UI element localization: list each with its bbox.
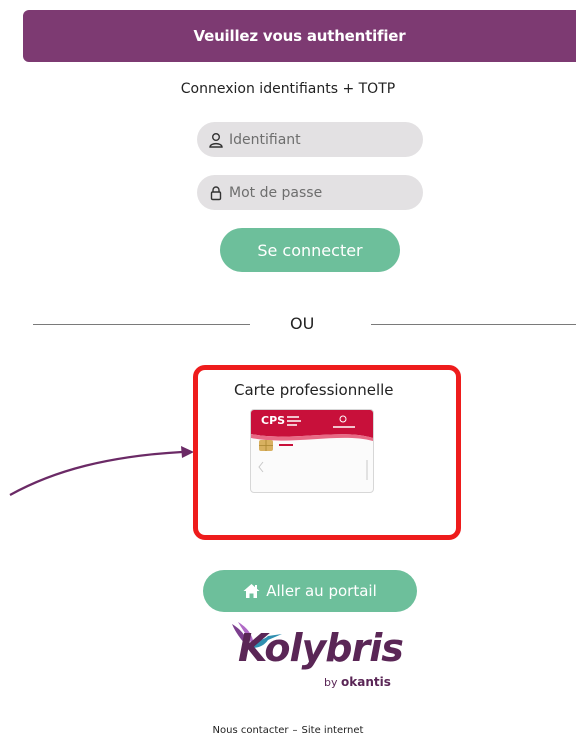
pointer-arrow — [9, 446, 194, 496]
logo-byline: by okantis — [324, 675, 391, 689]
logo-company: okantis — [341, 675, 391, 689]
kolybris-logo: Kolybris by okantis — [228, 620, 404, 702]
cps-card-text: CPS — [261, 414, 285, 427]
separator-line-right — [371, 324, 576, 325]
footer: Nous contacter – Site internet — [0, 725, 576, 736]
separator-line-left — [33, 324, 250, 325]
password-field[interactable] — [197, 175, 423, 210]
logo-by-word: by — [324, 676, 338, 689]
professional-card-login[interactable]: Carte professionnelle CPS — [193, 365, 461, 540]
cps-card-image[interactable]: CPS — [250, 409, 374, 493]
password-input[interactable] — [229, 184, 409, 201]
portal-button-label: Aller au portail — [266, 582, 377, 600]
username-field[interactable] — [197, 122, 423, 157]
login-method-subtitle: Connexion identifiants + TOTP — [180, 81, 396, 97]
contact-link[interactable]: Nous contacter — [213, 725, 289, 736]
logo-brand-text: Kolybris — [238, 626, 404, 670]
auth-header-title: Veuillez vous authentifier — [193, 27, 406, 45]
lock-icon — [208, 185, 224, 201]
username-input[interactable] — [229, 131, 409, 148]
auth-header: Veuillez vous authentifier — [23, 10, 576, 62]
login-button[interactable]: Se connecter — [220, 228, 400, 272]
home-icon — [243, 583, 260, 599]
portal-button[interactable]: Aller au portail — [203, 570, 417, 612]
separator-text: OU — [290, 314, 315, 333]
footer-separator: – — [292, 725, 298, 736]
website-link[interactable]: Site internet — [302, 725, 364, 736]
user-icon — [208, 132, 224, 148]
professional-card-label: Carte professionnelle — [234, 381, 394, 399]
